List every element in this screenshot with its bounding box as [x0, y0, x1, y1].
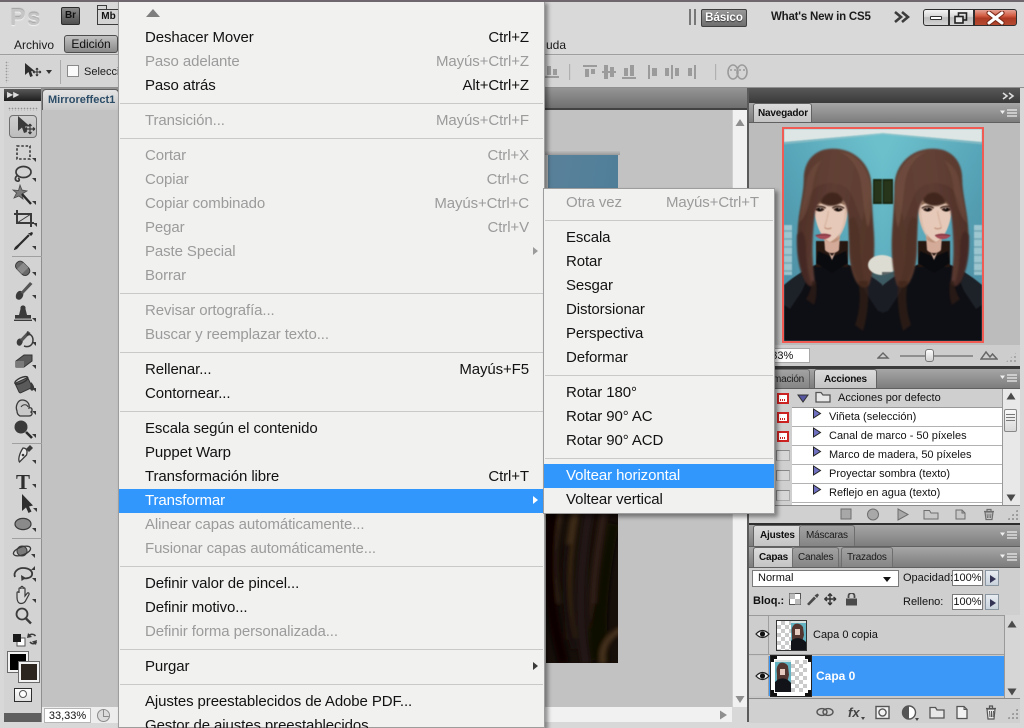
svg-text:T: T [16, 470, 30, 494]
svg-text:fx: fx [848, 705, 860, 720]
